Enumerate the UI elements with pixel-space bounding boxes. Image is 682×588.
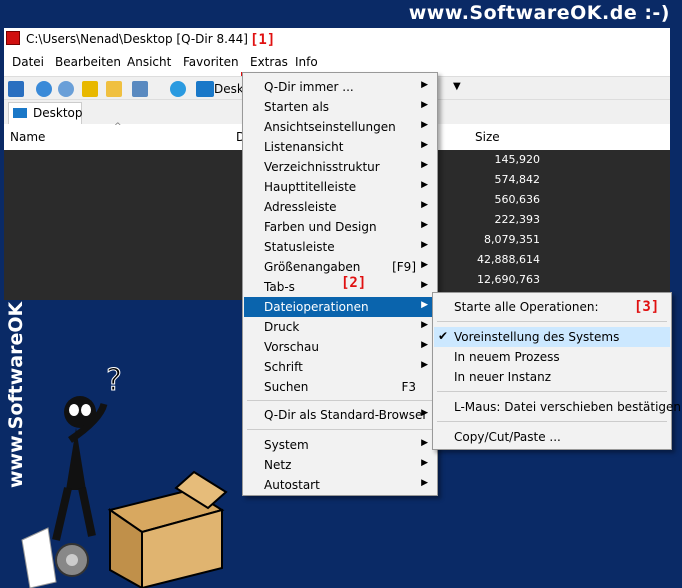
- menu-ansicht[interactable]: Ansicht: [127, 55, 171, 69]
- up-folder-icon[interactable]: [82, 81, 98, 97]
- menu-item-tabs[interactable]: Tab-s ▶: [244, 277, 436, 297]
- menu-item-system[interactable]: System ▶: [244, 435, 436, 455]
- menu-item-adressleiste[interactable]: Adressleiste ▶: [244, 197, 436, 217]
- menu-item-ansichtseinstellungen[interactable]: Ansichtseinstellungen ▶: [244, 117, 436, 137]
- menu-item-qdir-immer[interactable]: Q-Dir immer ... ▶: [244, 77, 436, 97]
- address-text[interactable]: Desk: [214, 82, 244, 96]
- size-value: 222,393: [494, 213, 541, 226]
- menu-bar: Datei Bearbeiten Ansicht Favoriten Extra…: [4, 51, 670, 94]
- menu-favoriten[interactable]: Favoriten: [183, 55, 239, 69]
- menu-item-listenansicht[interactable]: Listenansicht ▶: [244, 137, 436, 157]
- dateioperationen-submenu: Starte alle Operationen: ✔ Voreinstellung…: [432, 292, 681, 450]
- title-bar: C:\Users\Nenad\Desktop [Q-Dir 8.44]: [4, 28, 670, 50]
- menu-item-starten-als[interactable]: Starten als ▶: [244, 97, 436, 117]
- submenu-arrow-icon: ▶: [421, 280, 428, 290]
- view-icon[interactable]: [132, 81, 148, 97]
- window-title: C:\Users\Nenad\Desktop [Q-Dir 8.44]: [26, 32, 248, 46]
- tab-desktop-label: Desktop: [33, 106, 83, 120]
- size-value: 42,888,614: [477, 253, 540, 266]
- desktop-icon: [196, 81, 214, 97]
- menu-item-farben-und-design[interactable]: Farben und Design ▶: [244, 217, 436, 237]
- menu-datei[interactable]: Datei: [12, 55, 44, 69]
- submenu-arrow-icon: ▶: [421, 180, 428, 190]
- paper-sheet-icon: [21, 527, 57, 588]
- app-icon: [6, 31, 20, 45]
- submenu-item-neuem-prozess[interactable]: In neuem Prozess: [434, 347, 670, 367]
- header-name[interactable]: Name: [10, 130, 45, 144]
- menu-item-vorschau[interactable]: Vorschau ▶: [244, 337, 436, 357]
- marker-3: [3]: [634, 299, 660, 315]
- size-value: 560,636: [494, 193, 541, 206]
- menu-extras[interactable]: Extras: [250, 55, 288, 69]
- gear-icon: [55, 543, 89, 577]
- menu-bearbeiten[interactable]: Bearbeiten: [55, 55, 121, 69]
- menu-item-druck[interactable]: Druck ▶: [244, 317, 436, 337]
- checkmark-icon: ✔: [438, 329, 449, 343]
- menu-item-dateioperationen[interactable]: Dateioperationen ▶: [244, 297, 436, 317]
- svg-text:?: ?: [106, 363, 122, 398]
- menu-separator: [437, 321, 667, 322]
- desktop-tab-icon: [13, 108, 27, 118]
- menu-item-statusleiste[interactable]: Statusleiste ▶: [244, 237, 436, 257]
- menu-item-schrift[interactable]: Schrift ▶: [244, 357, 436, 377]
- question-mark-icon: ?: [106, 363, 123, 399]
- submenu-arrow-icon: ▶: [421, 320, 428, 330]
- submenu-arrow-icon: ▶: [421, 300, 428, 310]
- cardboard-box-icon: [107, 470, 228, 588]
- menu-item-verzeichnisstruktur[interactable]: Verzeichnisstruktur ▶: [244, 157, 436, 177]
- layout-icon[interactable]: [8, 81, 24, 97]
- submenu-item-neuer-instanz[interactable]: In neuer Instanz: [434, 367, 670, 387]
- submenu-arrow-icon: ▶: [421, 100, 428, 110]
- menu-item-standard-browser[interactable]: Q-Dir als Standard-Browser ▶: [244, 405, 436, 425]
- submenu-arrow-icon: ▶: [421, 160, 428, 170]
- back-icon[interactable]: [36, 81, 52, 97]
- cartoon-illustration: ?: [21, 363, 228, 588]
- toolbar-dropdown-icon[interactable]: ▼: [453, 81, 461, 92]
- marker-1: [1]: [250, 32, 276, 48]
- menu-separator: [247, 400, 433, 401]
- menu-separator: [247, 429, 433, 430]
- sort-up-icon: ^: [114, 122, 122, 132]
- size-value: 145,920: [494, 153, 541, 166]
- size-value: 12,690,763: [477, 273, 540, 286]
- forward-icon[interactable]: [58, 81, 74, 97]
- tab-desktop[interactable]: Desktop: [8, 102, 83, 124]
- submenu-arrow-icon: ▶: [421, 260, 428, 270]
- submenu-arrow-icon: ▶: [421, 478, 428, 488]
- thinking-figure-icon: [52, 396, 108, 541]
- submenu-arrow-icon: ▶: [421, 120, 428, 130]
- submenu-arrow-icon: ▶: [421, 140, 428, 150]
- submenu-arrow-icon: ▶: [421, 408, 428, 418]
- submenu-item-voreinstellung[interactable]: ✔ Voreinstellung des Systems: [434, 327, 670, 347]
- menu-item-groessenangaben[interactable]: Größenangaben [F9] ▶: [244, 257, 436, 277]
- submenu-arrow-icon: ▶: [421, 240, 428, 250]
- submenu-arrow-icon: ▶: [421, 220, 428, 230]
- watermark-top: www.SoftwareOK.de :-): [408, 2, 670, 24]
- submenu-item-copy-cut-paste[interactable]: Copy/Cut/Paste ...: [434, 427, 670, 447]
- menu-separator: [437, 421, 667, 422]
- submenu-arrow-icon: ▶: [421, 360, 428, 370]
- size-value: 574,842: [494, 173, 541, 186]
- extras-menu: Q-Dir immer ... ▶ Starten als ▶ Ansichtsei…: [242, 72, 438, 496]
- new-folder-icon[interactable]: [106, 81, 122, 97]
- menu-info[interactable]: Info: [295, 55, 318, 69]
- submenu-arrow-icon: ▶: [421, 438, 428, 448]
- submenu-item-l-maus[interactable]: L-Maus: Datei verschieben bestätigen: [434, 397, 681, 417]
- menu-item-autostart[interactable]: Autostart ▶: [244, 475, 436, 495]
- submenu-arrow-icon: ▶: [421, 340, 428, 350]
- submenu-arrow-icon: ▶: [421, 80, 428, 90]
- menu-item-haupttitelleiste[interactable]: Haupttitelleiste ▶: [244, 177, 436, 197]
- size-value: 8,079,351: [484, 233, 540, 246]
- menu-item-suchen[interactable]: Suchen F3: [244, 377, 436, 397]
- submenu-arrow-icon: ▶: [421, 200, 428, 210]
- header-size[interactable]: Size: [475, 130, 500, 144]
- refresh-icon[interactable]: [170, 81, 186, 97]
- menu-separator: [437, 391, 667, 392]
- marker-2: [2]: [341, 275, 367, 291]
- submenu-arrow-icon: ▶: [421, 458, 428, 468]
- menu-item-netz[interactable]: Netz ▶: [244, 455, 436, 475]
